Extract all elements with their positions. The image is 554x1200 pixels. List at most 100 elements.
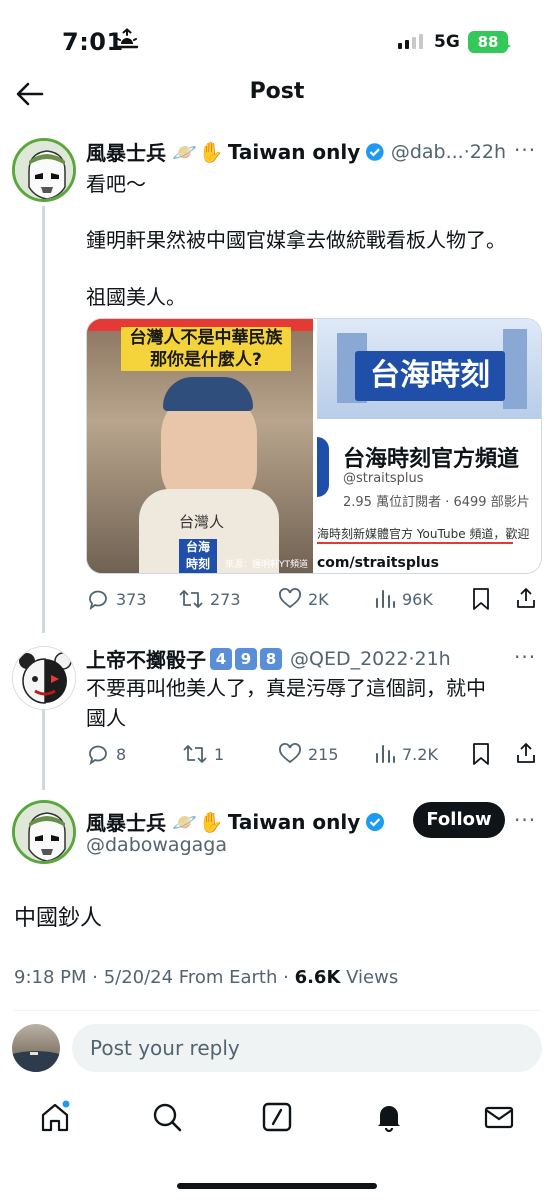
banner-building — [503, 329, 527, 409]
cellular-signal-icon — [398, 34, 423, 49]
author-handle[interactable]: @dab... — [391, 141, 464, 163]
post-views-label[interactable]: Views — [340, 967, 398, 988]
more-options-icon[interactable]: ··· — [514, 808, 536, 832]
author-handle[interactable]: @QED_2022 — [290, 648, 408, 670]
page-title: Post — [249, 79, 305, 104]
repost-action[interactable]: 273 — [178, 587, 241, 611]
channel-url: com/straitsplus — [317, 555, 439, 571]
number-badge: 9 — [235, 647, 257, 670]
avatar[interactable] — [12, 138, 76, 202]
share-icon[interactable] — [514, 586, 538, 610]
avatar[interactable] — [12, 800, 76, 864]
thumbnail-caption: 台灣人 — [179, 513, 225, 531]
channel-card[interactable]: 台海時刻 台海時刻官方頻道 @straitsplus 2.95 萬位訂閱者 · … — [317, 319, 541, 573]
reply-action[interactable]: 373 — [86, 587, 147, 611]
author-name[interactable]: 風暴士兵 — [86, 807, 166, 836]
repost-icon — [183, 745, 207, 763]
verified-badge-icon — [366, 812, 385, 831]
bookmark-icon[interactable] — [470, 742, 492, 766]
hamsa-emoji-icon: ✋ — [198, 139, 224, 164]
avatar — [12, 1024, 60, 1072]
heart-icon — [279, 588, 301, 609]
thumbnail-banner: 台灣人不是中華民族 — [121, 327, 291, 349]
post-metadata: 9:18 PM · 5/20/24 From Earth · 6.6K View… — [14, 967, 398, 988]
author-name[interactable]: 上帝不擲骰子 — [86, 644, 206, 673]
home-icon[interactable] — [38, 1100, 72, 1134]
tweet-text-line: 國人 — [86, 706, 126, 730]
views-action[interactable]: 7.2K — [374, 742, 438, 766]
view-count: 96K — [402, 589, 433, 609]
reply-action[interactable]: 8 — [86, 742, 126, 766]
thumbnail-credit: 來源：鍾明軒YT頻道 — [225, 560, 308, 570]
notifications-bell-icon[interactable] — [372, 1100, 406, 1134]
tweet-text-line: 鍾明軒果然被中國官媒拿去做統戰看板人物了。 — [86, 228, 506, 252]
avatar[interactable] — [12, 646, 76, 710]
more-options-icon[interactable]: ··· — [514, 645, 536, 669]
home-indicator — [177, 1183, 377, 1189]
logo-line: 台海 — [185, 540, 210, 554]
reply-count: 8 — [116, 744, 127, 764]
search-icon[interactable] — [150, 1100, 184, 1134]
number-badge: 4 — [210, 647, 232, 670]
author-handle[interactable]: @dabowagaga — [86, 834, 227, 856]
repost-icon — [179, 590, 203, 608]
battery-indicator: 88 — [468, 31, 508, 53]
share-icon[interactable] — [514, 741, 538, 765]
author-name-suffix: Taiwan only — [227, 809, 361, 834]
divider — [14, 1010, 540, 1011]
like-count: 2K — [308, 589, 329, 609]
sunrise-icon — [115, 28, 139, 49]
channel-handle: @straitsplus — [343, 471, 424, 486]
views-chart-icon — [376, 590, 395, 608]
thread-line — [42, 206, 45, 633]
grok-icon[interactable] — [260, 1100, 294, 1134]
views-action[interactable]: 96K — [374, 587, 433, 611]
post-view-count: 6.6K — [294, 967, 341, 988]
reply-input[interactable]: Post your reply — [72, 1024, 542, 1072]
messages-envelope-icon[interactable] — [482, 1100, 516, 1134]
tweet-text-line: 不要再叫他美人了，真是污辱了這個詞，就中 — [86, 676, 486, 700]
network-type: 5G — [434, 32, 460, 52]
person-cap — [163, 377, 253, 411]
landscape-avatar-icon — [12, 1051, 60, 1072]
more-options-icon[interactable]: ··· — [514, 138, 536, 162]
main-author-header: 風暴士兵 🪐 ✋ Taiwan only — [86, 807, 385, 836]
repost-count: 1 — [214, 744, 225, 764]
hamsa-emoji-icon: ✋ — [198, 809, 224, 834]
like-action[interactable]: 215 — [278, 742, 339, 766]
tweet-actions: 8 1 215 7.2K — [86, 741, 542, 767]
heart-icon — [279, 743, 301, 764]
main-tweet-text: 中國鈔人 — [14, 906, 103, 931]
stormtrooper-avatar-icon — [15, 803, 73, 861]
number-badge: 8 — [260, 647, 282, 670]
channel-description: 海時刻新媒體官方 YouTube 頻道，歡迎 — [317, 527, 530, 541]
views-chart-icon — [376, 745, 395, 763]
repost-action[interactable]: 1 — [182, 742, 224, 766]
bear-avatar-icon — [13, 647, 75, 709]
channel-avatar-edge — [317, 437, 329, 497]
stormtrooper-avatar-icon — [15, 141, 73, 199]
channel-stats: 2.95 萬位訂閱者 · 6499 部影片 — [343, 495, 530, 510]
channel-name: 台海時刻官方頻道 — [343, 447, 520, 472]
tweet-text-line: 看吧～ — [86, 172, 146, 196]
like-count: 215 — [308, 744, 339, 764]
tweet-header: 風暴士兵 🪐 ✋ Taiwan only @dab... ·22h — [86, 137, 506, 166]
channel-logo: 台海時刻 — [355, 351, 505, 401]
author-name[interactable]: 風暴士兵 — [86, 137, 166, 166]
like-action[interactable]: 2K — [278, 587, 329, 611]
tweet-text-line: 祖國美人。 — [86, 285, 186, 309]
post-timestamp: 9:18 PM · 5/20/24 From Earth · — [14, 967, 295, 988]
reply-icon — [89, 745, 107, 766]
tweet-actions: 373 273 2K 96K — [86, 586, 542, 612]
bookmark-icon[interactable] — [470, 587, 492, 611]
planet-emoji-icon: 🪐 — [172, 809, 197, 834]
description-underline — [317, 542, 513, 544]
follow-button[interactable]: Follow — [413, 802, 505, 838]
verified-badge-icon — [366, 142, 384, 161]
reply-count: 373 — [116, 589, 147, 609]
logo-line: 時刻 — [185, 557, 210, 571]
straits-logo-badge: 台海 時刻 — [179, 539, 217, 573]
media-grid[interactable]: 台灣人不是中華民族 那你是什麼人? 台灣人 台海 時刻 來源：鍾明軒YT頻道 台… — [86, 318, 542, 574]
video-thumbnail[interactable]: 台灣人不是中華民族 那你是什麼人? 台灣人 台海 時刻 來源：鍾明軒YT頻道 — [87, 319, 313, 573]
post-time: ·22h — [463, 140, 506, 163]
